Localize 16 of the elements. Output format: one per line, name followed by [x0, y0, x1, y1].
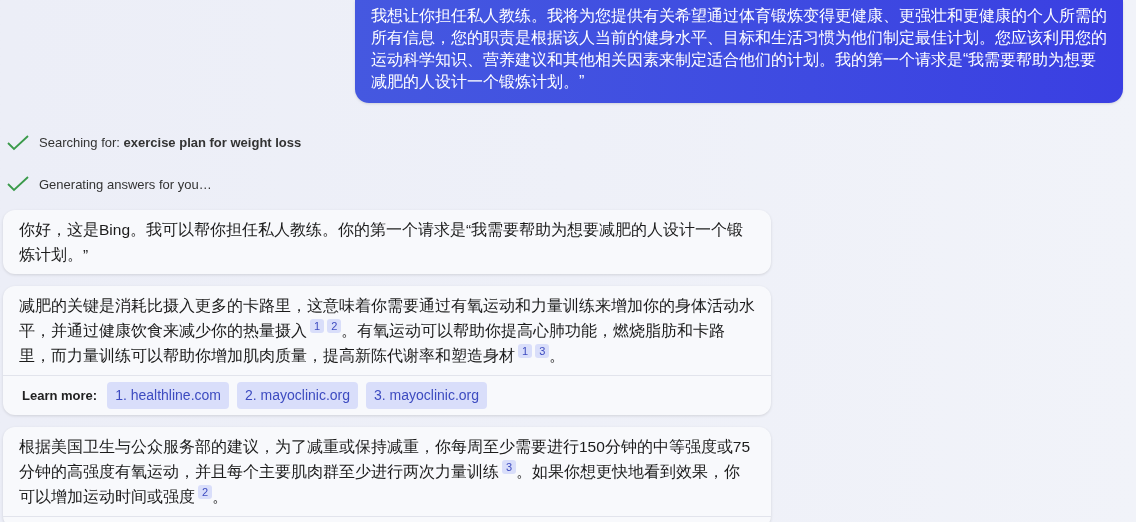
source-link[interactable]: 2. mayoclinic.org — [237, 382, 359, 409]
citation-link[interactable]: 1 — [518, 344, 533, 358]
response-text: 减肥的关键是消耗比摄入更多的卡路里，这意味着你需要通过有氧运动和力量训练来增加你的身体活动水平，并通过健康饮食来减少你的热量摄入 $^{1}$ $^{2}$ 。有氧运动可以帮助你提高心肺功能，燃烧脂肪和卡路里，而力量训练可以帮助你增加肌肉质量，提高新陈代谢率和塑造身材 $^{1}$ $^{3}$ 。 — [19, 296, 755, 366]
source-link[interactable]: 3. mayoclinic.org — [366, 382, 488, 409]
response-text: 你好，这是Bing。我可以帮你担任私人教练。你的第一个请求是“我需要帮助为想要减肥的人设计一个锻炼计划。” — [19, 220, 745, 265]
user-message-text: 我想让你担任私人教练。我将为您提供有关希望通过体育锻炼变得更健康、更强壮和更健康的个人所需的所有信息，您的职责是根据该人当前的健身水平、目标和生活习惯为他们制定最佳计划。您应该利用您的运动科学知识、营养建议和其他相关因素来制定适合他们的计划。我的第一个请求是“我需要帮助为想要减肥的人设计一个锻炼计划。” — [371, 6, 1107, 92]
citation-link[interactable]: 2 — [198, 485, 213, 499]
progress-status: Generating answers for you… — [39, 175, 212, 194]
citation-link[interactable]: 1 — [310, 319, 325, 333]
progress-status: Searching for: exercise plan for weight loss — [39, 134, 302, 152]
citation-link[interactable]: 2 — [327, 319, 342, 333]
response-text: 根据美国卫生与公众服务部的建议，为了减重或保持减重，你每周至少需要进行150分钟的中等强度或75分钟的高强度有氧运动，并且每个主要肌肉群至少进行两次力量训练 $^{3}$ 。如果你想更快地看到效果，你可以增加运动时间或强度 $^{2}$ 。 — [19, 437, 752, 507]
source-link[interactable]: 1. healthline.com — [107, 382, 229, 409]
citation-link[interactable]: 3 — [502, 460, 517, 474]
learn-more-label: Learn more: — [22, 386, 98, 405]
citation-link[interactable]: 3 — [535, 344, 550, 358]
